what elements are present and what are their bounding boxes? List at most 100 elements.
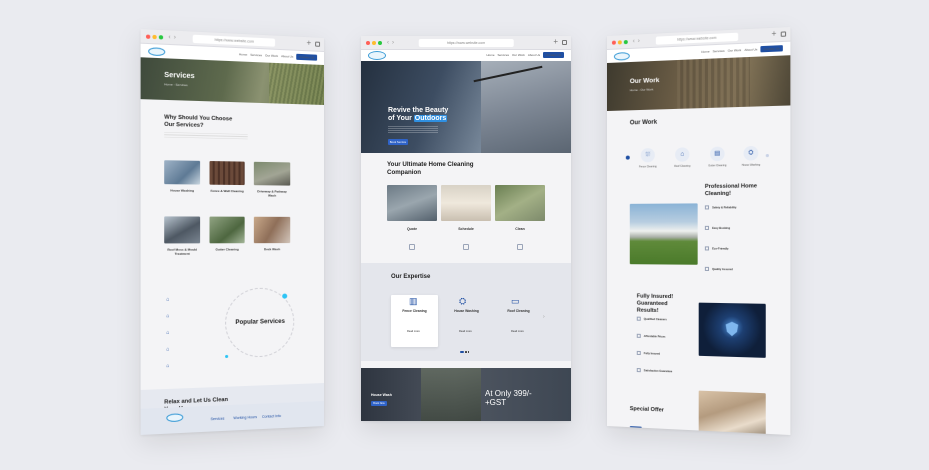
- fence-icon: ▥: [409, 296, 418, 306]
- logo[interactable]: [613, 51, 630, 61]
- service-label[interactable]: Deck Wash: [254, 247, 290, 251]
- insured-shield-image: [698, 302, 766, 358]
- read-more-link[interactable]: Read more: [511, 330, 524, 333]
- maximize-dot[interactable]: [158, 34, 164, 39]
- close-dot[interactable]: [366, 40, 370, 45]
- quote-icon: [409, 244, 415, 250]
- service-label[interactable]: Roof Moss & Mould Treatment: [164, 247, 200, 255]
- forward-arrow-icon[interactable]: ›: [392, 40, 394, 46]
- feature-icon: [704, 246, 710, 251]
- carousel-next-arrow[interactable]: ›: [543, 314, 545, 320]
- nav-our-work[interactable]: Our Work: [265, 53, 278, 58]
- service-image-fence: [209, 161, 245, 186]
- close-dot[interactable]: [145, 34, 151, 39]
- step-label-quote: Quote: [406, 227, 418, 231]
- feature-icon: [704, 205, 710, 210]
- promo-book-button[interactable]: Book Now: [371, 401, 387, 406]
- back-arrow-icon[interactable]: ‹: [633, 38, 635, 44]
- maximize-dot[interactable]: [623, 39, 628, 44]
- slider-dot[interactable]: [765, 153, 769, 158]
- shield-icon: [726, 322, 739, 337]
- maximize-dot[interactable]: [378, 40, 382, 45]
- minimize-dot[interactable]: [372, 40, 376, 45]
- new-tab-icon[interactable]: +: [553, 37, 558, 46]
- cyan-dot: [282, 293, 288, 299]
- service-label[interactable]: Gutter Cleaning: [210, 247, 245, 251]
- work-icon-label: Roof Cleaning: [674, 164, 691, 168]
- address-bar[interactable]: https://www.website.com: [655, 32, 739, 45]
- carousel-dot[interactable]: [465, 351, 467, 353]
- work-icon-circle[interactable]: ⌂: [675, 147, 690, 162]
- feature-row: Quality Assured: [704, 266, 733, 272]
- hero-title-highlight: Outdoors: [413, 115, 448, 122]
- work-icon-circle[interactable]: ▤: [710, 146, 725, 162]
- nav-about[interactable]: About Us: [281, 54, 293, 59]
- nav-services[interactable]: Services: [713, 49, 725, 54]
- work-photo-lawn: [629, 203, 698, 265]
- service-label[interactable]: Fence & Wall Cleaning: [210, 189, 245, 193]
- back-arrow-icon[interactable]: ‹: [168, 34, 170, 40]
- forward-arrow-icon[interactable]: ›: [638, 38, 640, 44]
- footer-link-services[interactable]: Services: [211, 417, 225, 422]
- guarantee-row: Satisfaction Guarantee: [636, 368, 672, 373]
- nav-home[interactable]: Home: [487, 53, 495, 57]
- tabs-icon[interactable]: [315, 41, 321, 47]
- work-icon-circle[interactable]: ⛆: [640, 148, 655, 163]
- hero-banner: Services Home - Services: [140, 57, 324, 105]
- carousel-dots[interactable]: [460, 351, 469, 353]
- service-label[interactable]: House Washing: [164, 188, 200, 193]
- contact-button[interactable]: Contact Us: [760, 45, 783, 53]
- nav-home[interactable]: Home: [239, 52, 247, 56]
- logo[interactable]: [148, 46, 166, 56]
- nav-services[interactable]: Services: [250, 53, 262, 58]
- carousel-dot[interactable]: [467, 351, 469, 353]
- contact-button[interactable]: Contact Us: [543, 52, 564, 58]
- hero-text: [388, 126, 438, 134]
- nav-our-work[interactable]: Our Work: [728, 48, 741, 53]
- contact-button[interactable]: Contact Us: [296, 53, 318, 61]
- service-label[interactable]: Driveway & Pathway Wash: [254, 189, 290, 197]
- tabs-icon[interactable]: [562, 40, 567, 45]
- back-arrow-icon[interactable]: ‹: [387, 40, 389, 46]
- new-tab-icon[interactable]: +: [307, 38, 312, 47]
- expertise-label: House Washing: [454, 309, 479, 313]
- work-icon-circle[interactable]: ⛭: [743, 145, 759, 161]
- close-dot[interactable]: [611, 40, 616, 45]
- expertise-label: Roof Cleaning: [507, 309, 530, 313]
- page-title: Services: [164, 71, 195, 81]
- hero-banner: Revive the Beauty of Your Outdoors Book …: [361, 61, 571, 153]
- address-bar[interactable]: https://www.website.com: [418, 39, 514, 47]
- nav-services[interactable]: Services: [498, 53, 510, 57]
- guarantee-row: Fully Insured: [636, 350, 660, 356]
- promo-price: At Only 399/- +GST: [485, 389, 532, 408]
- read-more-link[interactable]: Read more: [407, 330, 420, 333]
- left-page-mockup: ‹ › https://www.website.com + Home Servi…: [140, 29, 324, 435]
- slider-dot[interactable]: [625, 155, 630, 160]
- work-icon-label: House Washing: [741, 163, 761, 167]
- minimize-dot[interactable]: [617, 39, 622, 44]
- footer-logo[interactable]: [166, 413, 184, 423]
- nav-about[interactable]: About Us: [744, 47, 757, 52]
- nav-our-work[interactable]: Our Work: [512, 53, 525, 57]
- popular-services-title: Popular Services: [235, 318, 285, 327]
- nav-about[interactable]: About Us: [528, 53, 540, 57]
- guarantee-icon: [636, 316, 641, 321]
- footer-link-hours[interactable]: Working Hours: [233, 415, 257, 420]
- promo-label: House Wash: [371, 393, 392, 397]
- hero-book-button[interactable]: Book Service: [388, 139, 408, 145]
- logo[interactable]: [368, 51, 386, 60]
- carousel-dot-active[interactable]: [460, 351, 464, 353]
- tabs-icon[interactable]: [780, 31, 787, 37]
- read-more-link[interactable]: Read more: [459, 330, 472, 333]
- service-icon: ⌂: [166, 362, 170, 370]
- nav-home[interactable]: Home: [701, 49, 709, 53]
- special-offer-button[interactable]: Book Now: [629, 426, 642, 432]
- professional-title: Professional Home Cleaning!: [704, 183, 758, 198]
- guarantee-icon: [636, 368, 641, 373]
- new-tab-icon[interactable]: +: [771, 29, 776, 39]
- minimize-dot[interactable]: [152, 34, 157, 39]
- footer-link-contact[interactable]: Contact Info: [262, 414, 281, 419]
- address-bar[interactable]: https://www.website.com: [192, 34, 276, 47]
- breadcrumb: Home - Services: [164, 82, 188, 88]
- forward-arrow-icon[interactable]: ›: [174, 34, 176, 40]
